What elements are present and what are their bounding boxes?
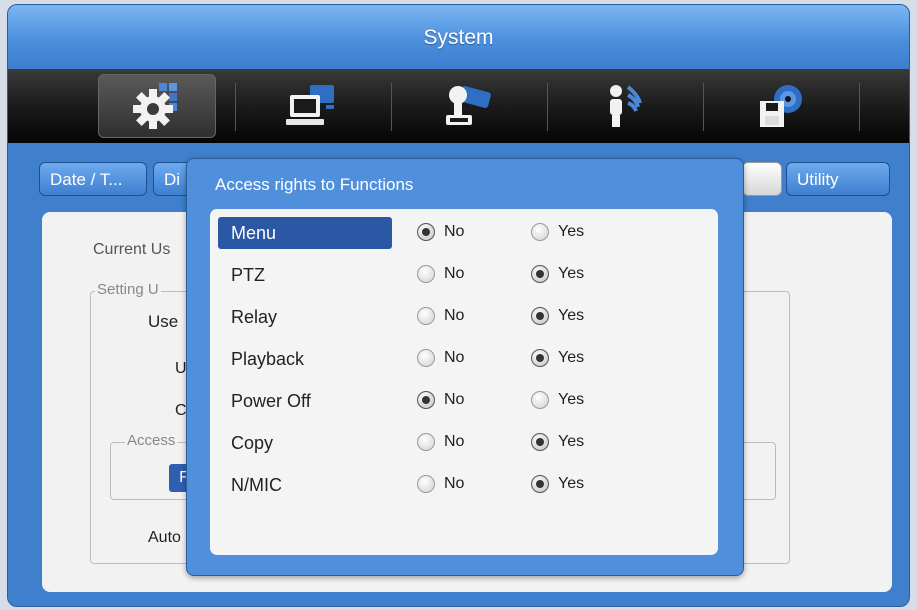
permission-label[interactable]: Playback — [218, 343, 392, 375]
radio-no-option[interactable]: No — [417, 265, 464, 283]
radio-no-label: No — [444, 307, 465, 324]
current-user-label: Current Us — [93, 241, 171, 258]
auto-label: Auto — [148, 529, 181, 546]
toolbar-separator — [547, 83, 548, 131]
radio-button[interactable] — [531, 265, 549, 283]
radio-no-label: No — [444, 391, 465, 408]
radio-button[interactable] — [417, 349, 435, 367]
radio-yes-option[interactable]: Yes — [531, 265, 584, 283]
radio-yes-option[interactable]: Yes — [531, 307, 584, 325]
radio-button[interactable] — [531, 349, 549, 367]
radio-button[interactable] — [417, 433, 435, 451]
u-label: U — [175, 360, 187, 377]
permission-row: Power Off No Yes — [218, 385, 708, 419]
settings-gear-icon — [133, 83, 177, 129]
toolbar-separator — [859, 83, 860, 131]
radio-yes-label: Yes — [558, 433, 585, 450]
radio-no-label: No — [444, 223, 465, 240]
permission-row: Copy No Yes — [218, 427, 708, 461]
radio-no-label: No — [444, 265, 465, 282]
tool-ptz[interactable] — [409, 74, 527, 138]
radio-no-option[interactable]: No — [417, 223, 464, 241]
tool-user[interactable] — [565, 74, 683, 138]
permission-row: Menu No Yes — [218, 217, 708, 251]
radio-no-option[interactable]: No — [417, 307, 464, 325]
radio-no-label: No — [444, 475, 465, 492]
radio-button[interactable] — [417, 223, 435, 241]
permission-row: Relay No Yes — [218, 301, 708, 335]
radio-button[interactable] — [531, 223, 549, 241]
radio-button[interactable] — [531, 475, 549, 493]
radio-yes-option[interactable]: Yes — [531, 223, 584, 241]
ptz-camera-icon — [446, 86, 491, 125]
tab-utility[interactable]: Utility — [786, 162, 890, 196]
radio-no-label: No — [444, 349, 465, 366]
permission-row: PTZ No Yes — [218, 259, 708, 293]
radio-yes-label: Yes — [558, 391, 585, 408]
radio-button[interactable] — [417, 307, 435, 325]
radio-no-option[interactable]: No — [417, 349, 464, 367]
permission-label[interactable]: Copy — [218, 427, 392, 459]
computer-network-icon — [286, 85, 334, 125]
tool-network[interactable] — [253, 74, 371, 138]
disk-storage-icon — [760, 85, 802, 127]
radio-button[interactable] — [417, 475, 435, 493]
toolbar — [8, 69, 909, 143]
radio-no-label: No — [444, 433, 465, 450]
toolbar-separator — [235, 83, 236, 131]
access-rights-dialog: Access rights to Functions Menu No Yes PTZ N… — [186, 158, 744, 576]
tab-hidden[interactable] — [742, 162, 782, 196]
radio-button[interactable] — [417, 265, 435, 283]
access-legend: Access — [125, 432, 178, 449]
toolbar-separator — [391, 83, 392, 131]
dialog-title: Access rights to Functions — [215, 175, 414, 194]
permission-label[interactable]: Power Off — [218, 385, 392, 417]
window-title: System — [8, 5, 909, 69]
permission-row: Playback No Yes — [218, 343, 708, 377]
radio-yes-label: Yes — [558, 307, 585, 324]
radio-yes-label: Yes — [558, 349, 585, 366]
tab-date-time[interactable]: Date / T... — [39, 162, 147, 196]
toolbar-separator — [703, 83, 704, 131]
radio-yes-label: Yes — [558, 265, 585, 282]
user-label: Use — [148, 312, 179, 331]
permission-label[interactable]: N/MIC — [218, 469, 392, 501]
radio-button[interactable] — [531, 433, 549, 451]
radio-no-option[interactable]: No — [417, 391, 464, 409]
setting-user-legend: Setting U — [95, 281, 161, 298]
radio-no-option[interactable]: No — [417, 433, 464, 451]
permission-label[interactable]: Menu — [218, 217, 392, 249]
radio-yes-option[interactable]: Yes — [531, 433, 584, 451]
permission-label[interactable]: Relay — [218, 301, 392, 333]
tool-settings[interactable] — [98, 74, 216, 138]
tool-storage[interactable] — [721, 74, 839, 138]
permission-label[interactable]: PTZ — [218, 259, 392, 291]
radio-yes-label: Yes — [558, 475, 585, 492]
radio-yes-option[interactable]: Yes — [531, 391, 584, 409]
radio-yes-option[interactable]: Yes — [531, 349, 584, 367]
radio-button[interactable] — [417, 391, 435, 409]
permission-row: N/MIC No Yes — [218, 469, 708, 503]
radio-no-option[interactable]: No — [417, 475, 464, 493]
radio-button[interactable] — [531, 307, 549, 325]
radio-yes-option[interactable]: Yes — [531, 475, 584, 493]
user-icon — [610, 85, 642, 127]
c-label: C — [175, 402, 187, 419]
dialog-body: Menu No Yes PTZ No Yes Relay No Yes Playback No Yes… — [210, 209, 718, 555]
radio-button[interactable] — [531, 391, 549, 409]
radio-yes-label: Yes — [558, 223, 585, 240]
